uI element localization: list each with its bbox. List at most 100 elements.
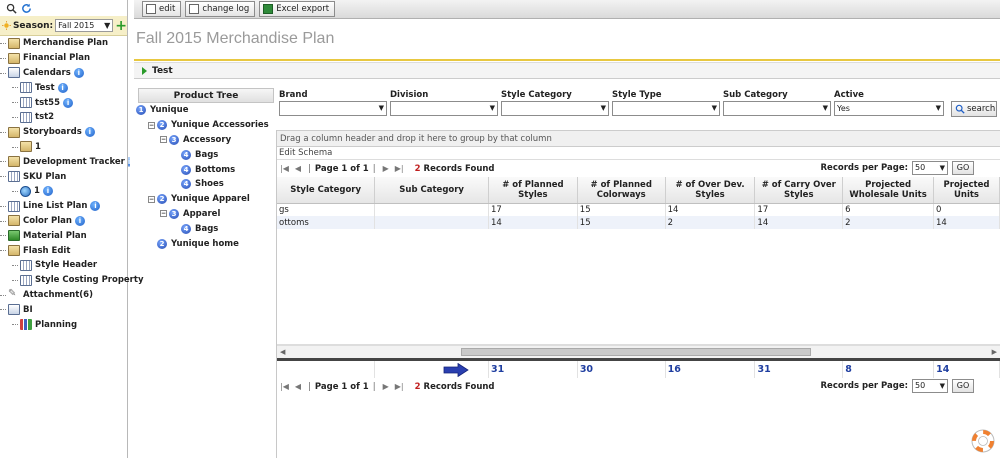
sidebar-item[interactable]: Test i [0,80,127,95]
division-dropdown[interactable]: ▼ [390,101,498,116]
group-by-drop-area[interactable]: Drag a column header and drop it here to… [277,130,1000,147]
table-cell: 14 [488,216,578,229]
product-tree-node[interactable]: 4 Bottoms [134,162,274,177]
go-button[interactable]: GO [952,161,974,175]
sidebar-item[interactable]: 1 [0,140,127,155]
tree-connector [12,116,18,118]
sidebar-item[interactable]: Planning [0,317,127,332]
product-tree-node[interactable]: −3 Accessory [134,133,274,148]
sidebar-item-label: Planning [35,319,78,330]
table-row[interactable]: ottoms 14 15 2 14 2 14 [277,216,1000,229]
sidebar-item[interactable]: 1i [0,184,127,199]
rpp-dropdown[interactable]: 50 ▼ [912,161,948,175]
sidebar-item[interactable]: SKU Plan [0,169,127,184]
column-header[interactable]: # of Over Dev. Styles [665,177,756,204]
info-icon[interactable]: i [90,201,101,212]
add-season-icon[interactable]: + [115,19,127,33]
help-lifebuoy-icon[interactable] [970,428,996,454]
sidebar-item[interactable]: tst2 [0,110,127,125]
sidebar-item[interactable]: Style Header [0,258,127,273]
page-indicator: Page 1 of 1 [314,381,369,392]
product-tree-label: Bags [195,149,219,160]
tree-connector [12,102,18,104]
info-icon[interactable]: i [74,215,85,226]
search-button[interactable]: search [951,101,997,117]
records-per-page: Records per Page: 50 ▼ GO [821,379,974,393]
scroll-thumb[interactable] [461,348,811,356]
scroll-left-icon[interactable]: ◀ [280,348,285,356]
product-tree-node[interactable]: −2 Yunique Apparel [134,192,274,207]
info-icon[interactable]: i [57,82,68,93]
sidebar-item[interactable]: Line List Plan i [0,199,127,214]
season-dropdown[interactable]: Fall 2015 ▼ [55,19,114,32]
info-icon[interactable]: i [63,97,74,108]
info-icon[interactable]: i [42,186,53,197]
change-log-button[interactable]: change log [185,1,256,17]
first-page-icon[interactable]: |◀ [280,164,289,173]
brand-dropdown[interactable]: ▼ [279,101,387,116]
product-tree-node[interactable]: 4 Bags [134,147,274,162]
sidebar-item[interactable]: Flash Edit [0,243,127,258]
next-page-icon[interactable]: ▶ [383,164,389,173]
product-tree-node[interactable]: 1 Yunique [134,103,274,118]
product-tree-node[interactable]: 4 Shoes [134,177,274,192]
product-tree: Product Tree 1 Yunique −2 Yunique Accessori… [134,88,274,458]
section-header[interactable]: Test [134,62,1000,79]
info-icon[interactable]: i [127,156,131,167]
product-tree-node[interactable]: −2 Yunique Accessories [134,118,274,133]
sidebar-item[interactable]: Style Costing Property [0,273,143,288]
prev-page-icon[interactable]: ◀ [295,164,301,173]
excel-export-button[interactable]: Excel export [259,1,336,17]
sidebar-item[interactable]: Merchandise Plan [0,36,127,51]
column-header[interactable]: Style Category [277,177,376,204]
column-header[interactable]: # of Planned Colorways [577,177,666,204]
product-tree-node[interactable]: 4 Bags [134,221,274,236]
folder-icon [8,215,20,227]
collapse-toggle-icon[interactable]: − [160,136,167,144]
edit-schema-link[interactable]: Edit Schema [277,147,1000,160]
refresh-icon[interactable] [21,3,32,14]
collapse-toggle-icon[interactable]: − [148,195,155,203]
info-icon[interactable]: i [84,127,95,138]
style-type-dropdown[interactable]: ▼ [612,101,720,116]
horizontal-scrollbar[interactable]: ◀ ▶ [277,345,1000,358]
column-header[interactable]: # of Planned Styles [488,177,578,204]
sidebar-item[interactable]: BI [0,302,127,317]
product-tree-label: Yunique Accessories [171,120,269,131]
style-category-dropdown[interactable]: ▼ [501,101,609,116]
column-header[interactable]: Projected Units [933,177,1000,204]
change-log-icon [189,4,200,14]
column-header[interactable]: Sub Category [374,177,489,204]
scroll-right-icon[interactable]: ▶ [992,348,997,356]
sidebar-item[interactable]: tst55 i [0,95,127,110]
collapse-toggle-icon[interactable]: − [148,121,155,129]
edit-button[interactable]: edit [142,1,182,17]
active-dropdown[interactable]: Yes ▼ [834,101,944,116]
sub-category-dropdown[interactable]: ▼ [723,101,831,116]
collapse-toggle-icon[interactable]: − [160,210,167,218]
table-row[interactable]: gs 17 15 14 17 6 0 [277,203,1000,216]
column-header[interactable]: # of Carry Over Styles [754,177,844,204]
sidebar-item[interactable]: Material Plan [0,228,127,243]
product-tree-node[interactable]: 2 Yunique home [134,236,274,251]
column-header[interactable]: Projected Wholesale Units [842,177,935,204]
next-page-icon[interactable]: ▶ [383,382,389,391]
sidebar-item[interactable]: Financial Plan [0,51,127,66]
prev-page-icon[interactable]: ◀ [295,382,301,391]
sidebar-item[interactable]: ✎ Attachment(6) [0,288,127,303]
product-tree-node[interactable]: −3 Apparel [134,207,274,222]
pager-separator: | [372,163,376,174]
sidebar-item[interactable]: Calendars i [0,66,127,81]
go-button[interactable]: GO [952,379,974,393]
records-count: 2 [414,381,421,392]
first-page-icon[interactable]: |◀ [280,382,289,391]
sidebar-item[interactable]: Development Tracker i [0,154,131,169]
level-badge-icon: 4 [181,164,191,175]
sidebar-item[interactable]: Storyboards i [0,125,127,140]
last-page-icon[interactable]: ▶| [395,164,404,173]
search-icon[interactable] [6,3,17,14]
sidebar-item[interactable]: Color Plan i [0,214,127,229]
last-page-icon[interactable]: ▶| [395,382,404,391]
rpp-dropdown[interactable]: 50 ▼ [912,379,948,393]
info-icon[interactable]: i [73,67,84,78]
